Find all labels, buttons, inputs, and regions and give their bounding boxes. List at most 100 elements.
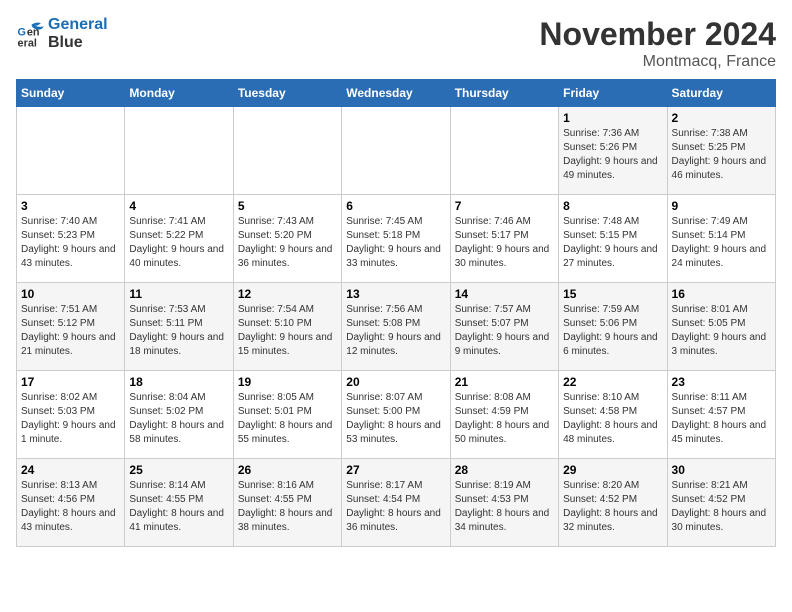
day-number: 22 [563,375,662,389]
calendar-day-cell: 6 Sunrise: 7:45 AM Sunset: 5:18 PM Daylig… [342,195,450,283]
calendar-day-cell: 27 Sunrise: 8:17 AM Sunset: 4:54 PM Dayli… [342,459,450,547]
logo: G en eral General Blue [16,16,108,52]
day-info: Sunrise: 7:53 AM Sunset: 5:11 PM Dayligh… [129,303,228,359]
day-of-week-header: Wednesday [342,80,450,107]
day-info: Sunrise: 7:59 AM Sunset: 5:06 PM Dayligh… [563,303,662,359]
day-info: Sunrise: 8:13 AM Sunset: 4:56 PM Dayligh… [21,479,120,535]
calendar-day-cell: 13 Sunrise: 7:56 AM Sunset: 5:08 PM Dayli… [342,283,450,371]
calendar-day-cell: 26Sunrise: 8:16 AM Sunset: 4:55 PM Dayli… [233,459,341,547]
calendar-day-cell: 5Sunrise: 7:43 AM Sunset: 5:20 PM Daylig… [233,195,341,283]
calendar-day-cell: 8 Sunrise: 7:48 AM Sunset: 5:15 PM Daylig… [559,195,667,283]
day-of-week-header: Friday [559,80,667,107]
calendar-table: SundayMondayTuesdayWednesdayThursdayFrid… [16,79,776,547]
day-number: 27 [346,463,445,477]
day-number: 15 [563,287,662,301]
day-number: 18 [129,375,228,389]
calendar-day-cell: 3 Sunrise: 7:40 AM Sunset: 5:23 PM Daylig… [17,195,125,283]
day-number: 7 [455,199,554,213]
calendar-day-cell: 24 Sunrise: 8:13 AM Sunset: 4:56 PM Dayli… [17,459,125,547]
day-info: Sunrise: 8:07 AM Sunset: 5:00 PM Dayligh… [346,391,445,447]
calendar-day-cell: 22 Sunrise: 8:10 AM Sunset: 4:58 PM Dayli… [559,371,667,459]
day-info: Sunrise: 7:36 AM Sunset: 5:26 PM Dayligh… [563,127,662,183]
day-number: 19 [238,375,337,389]
day-number: 6 [346,199,445,213]
calendar-day-cell: 12 Sunrise: 7:54 AM Sunset: 5:10 PM Dayli… [233,283,341,371]
calendar-day-cell: 2 Sunrise: 7:38 AM Sunset: 5:25 PM Daylig… [667,107,775,195]
day-number: 14 [455,287,554,301]
day-info: Sunrise: 8:02 AM Sunset: 5:03 PM Dayligh… [21,391,120,447]
day-info: Sunrise: 7:54 AM Sunset: 5:10 PM Dayligh… [238,303,337,359]
title-area: November 2024 Montmacq, France [539,16,776,71]
header: G en eral General Blue November 2024 Mon… [16,16,776,71]
day-info: Sunrise: 8:08 AM Sunset: 4:59 PM Dayligh… [455,391,554,447]
day-number: 11 [129,287,228,301]
calendar-header-row: SundayMondayTuesdayWednesdayThursdayFrid… [17,80,776,107]
calendar-day-cell: 4Sunrise: 7:41 AM Sunset: 5:22 PM Daylig… [125,195,233,283]
day-number: 3 [21,199,120,213]
calendar-day-cell: 9 Sunrise: 7:49 AM Sunset: 5:14 PM Daylig… [667,195,775,283]
day-number: 12 [238,287,337,301]
calendar-day-cell: 16 Sunrise: 8:01 AM Sunset: 5:05 PM Dayli… [667,283,775,371]
day-info: Sunrise: 7:49 AM Sunset: 5:14 PM Dayligh… [672,215,771,271]
day-info: Sunrise: 7:38 AM Sunset: 5:25 PM Dayligh… [672,127,771,183]
calendar-day-cell [233,107,341,195]
calendar-week-row: 24 Sunrise: 8:13 AM Sunset: 4:56 PM Dayli… [17,459,776,547]
day-info: Sunrise: 7:56 AM Sunset: 5:08 PM Dayligh… [346,303,445,359]
day-info: Sunrise: 8:04 AM Sunset: 5:02 PM Dayligh… [129,391,228,447]
calendar-day-cell [125,107,233,195]
day-info: Sunrise: 8:20 AM Sunset: 4:52 PM Dayligh… [563,479,662,535]
calendar-day-cell: 7 Sunrise: 7:46 AM Sunset: 5:17 PM Daylig… [450,195,558,283]
day-number: 16 [672,287,771,301]
day-info: Sunrise: 8:17 AM Sunset: 4:54 PM Dayligh… [346,479,445,535]
day-number: 25 [129,463,228,477]
day-info: Sunrise: 8:10 AM Sunset: 4:58 PM Dayligh… [563,391,662,447]
day-number: 13 [346,287,445,301]
day-number: 29 [563,463,662,477]
calendar-day-cell: 28Sunrise: 8:19 AM Sunset: 4:53 PM Dayli… [450,459,558,547]
calendar-day-cell [17,107,125,195]
calendar-day-cell: 14Sunrise: 7:57 AM Sunset: 5:07 PM Dayli… [450,283,558,371]
svg-text:eral: eral [18,37,37,48]
logo-text: General Blue [48,16,108,52]
calendar-day-cell: 21 Sunrise: 8:08 AM Sunset: 4:59 PM Dayli… [450,371,558,459]
day-info: Sunrise: 7:48 AM Sunset: 5:15 PM Dayligh… [563,215,662,271]
day-of-week-header: Thursday [450,80,558,107]
day-number: 9 [672,199,771,213]
location: Montmacq, France [539,53,776,71]
calendar-day-cell: 17Sunrise: 8:02 AM Sunset: 5:03 PM Dayli… [17,371,125,459]
calendar-day-cell: 30Sunrise: 8:21 AM Sunset: 4:52 PM Dayli… [667,459,775,547]
day-of-week-header: Saturday [667,80,775,107]
month-title: November 2024 [539,16,776,53]
day-info: Sunrise: 8:14 AM Sunset: 4:55 PM Dayligh… [129,479,228,535]
calendar-week-row: 1 Sunrise: 7:36 AM Sunset: 5:26 PM Daylig… [17,107,776,195]
day-info: Sunrise: 8:01 AM Sunset: 5:05 PM Dayligh… [672,303,771,359]
calendar-week-row: 3 Sunrise: 7:40 AM Sunset: 5:23 PM Daylig… [17,195,776,283]
calendar-day-cell: 25 Sunrise: 8:14 AM Sunset: 4:55 PM Dayli… [125,459,233,547]
day-of-week-header: Tuesday [233,80,341,107]
calendar-day-cell: 20Sunrise: 8:07 AM Sunset: 5:00 PM Dayli… [342,371,450,459]
day-info: Sunrise: 8:16 AM Sunset: 4:55 PM Dayligh… [238,479,337,535]
day-info: Sunrise: 8:11 AM Sunset: 4:57 PM Dayligh… [672,391,771,447]
day-info: Sunrise: 7:45 AM Sunset: 5:18 PM Dayligh… [346,215,445,271]
calendar-week-row: 10 Sunrise: 7:51 AM Sunset: 5:12 PM Dayli… [17,283,776,371]
day-number: 23 [672,375,771,389]
day-number: 21 [455,375,554,389]
day-info: Sunrise: 7:51 AM Sunset: 5:12 PM Dayligh… [21,303,120,359]
calendar-day-cell [450,107,558,195]
calendar-day-cell: 18 Sunrise: 8:04 AM Sunset: 5:02 PM Dayli… [125,371,233,459]
day-info: Sunrise: 7:41 AM Sunset: 5:22 PM Dayligh… [129,215,228,271]
day-info: Sunrise: 7:40 AM Sunset: 5:23 PM Dayligh… [21,215,120,271]
day-number: 10 [21,287,120,301]
day-number: 8 [563,199,662,213]
day-number: 2 [672,111,771,125]
calendar-day-cell: 15 Sunrise: 7:59 AM Sunset: 5:06 PM Dayli… [559,283,667,371]
calendar-week-row: 17Sunrise: 8:02 AM Sunset: 5:03 PM Dayli… [17,371,776,459]
calendar-body: 1 Sunrise: 7:36 AM Sunset: 5:26 PM Daylig… [17,107,776,547]
day-number: 24 [21,463,120,477]
day-number: 1 [563,111,662,125]
day-number: 28 [455,463,554,477]
day-info: Sunrise: 7:46 AM Sunset: 5:17 PM Dayligh… [455,215,554,271]
calendar-day-cell: 11 Sunrise: 7:53 AM Sunset: 5:11 PM Dayli… [125,283,233,371]
logo-icon: G en eral [16,20,44,48]
day-info: Sunrise: 8:21 AM Sunset: 4:52 PM Dayligh… [672,479,771,535]
